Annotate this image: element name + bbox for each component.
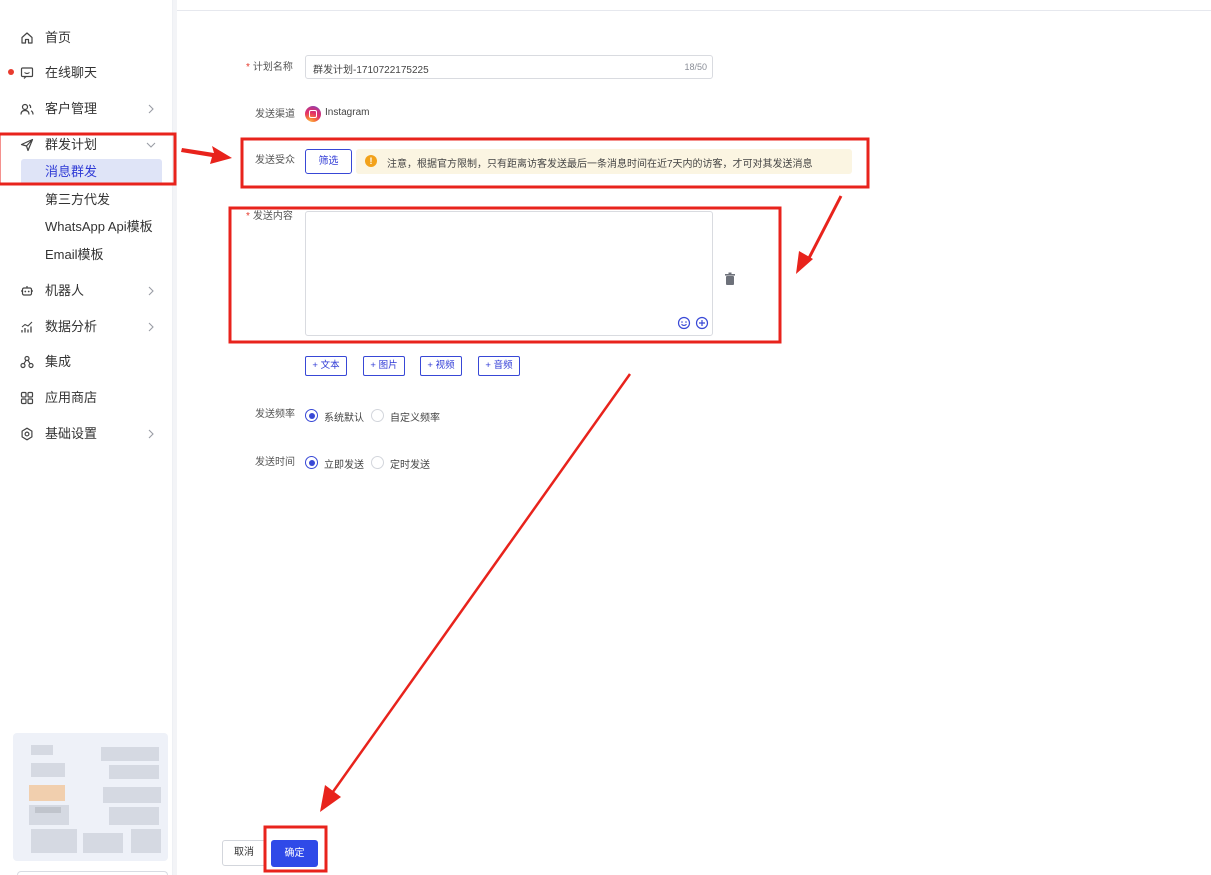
sidebar-item-label: 集成 bbox=[45, 354, 72, 369]
frequency-default-label: 系统默认 bbox=[324, 413, 364, 424]
app-store-icon bbox=[19, 390, 35, 406]
channel-value: Instagram bbox=[325, 107, 370, 118]
sidebar-gutter bbox=[173, 0, 177, 875]
restriction-notice: ! 注意，根据官方限制，只有距离访客发送最后一条消息时间在近7天内的访客，才可对… bbox=[356, 149, 852, 174]
sidebar-item-label: 首页 bbox=[45, 30, 72, 45]
channel-label: 发送渠道 bbox=[255, 109, 295, 120]
sidebar-subitem-third-party[interactable]: 第三方代发 bbox=[5, 187, 173, 213]
unread-dot bbox=[8, 69, 14, 75]
add-circle-icon[interactable] bbox=[695, 316, 709, 330]
scheduled-send-label: 定时发送 bbox=[390, 460, 430, 471]
sidebar-item-label: 在线聊天 bbox=[45, 65, 98, 80]
analytics-icon bbox=[19, 319, 35, 335]
send-now-label: 立即发送 bbox=[324, 460, 364, 471]
sidebar-item-chat[interactable]: 在线聊天 bbox=[5, 58, 173, 88]
warning-icon: ! bbox=[365, 155, 377, 167]
filter-button[interactable]: 筛选 bbox=[305, 149, 352, 174]
users-icon bbox=[19, 101, 35, 117]
confirm-button[interactable]: 确定 bbox=[271, 840, 318, 867]
sidebar-subitem-label: Email模板 bbox=[45, 247, 104, 262]
content-label: * 发送内容 bbox=[246, 211, 293, 222]
annotation-arrow-2-line bbox=[806, 195, 843, 261]
sidebar-subitem-label: WhatsApp Api模板 bbox=[45, 219, 153, 234]
send-now-radio[interactable] bbox=[305, 456, 318, 469]
cancel-button[interactable]: 取消 bbox=[222, 840, 266, 866]
delete-icon[interactable] bbox=[724, 272, 736, 286]
sidebar: 首页 在线聊天 客户管理 群发计划 消息群发 第三方代发 WhatsApp Ap… bbox=[5, 0, 173, 875]
instagram-icon bbox=[305, 106, 321, 122]
chat-icon bbox=[19, 65, 35, 81]
scheduled-send-radio[interactable] bbox=[371, 456, 384, 469]
notice-text: 注意，根据官方限制，只有距离访客发送最后一条消息时间在近7天内的访客，才可对其发… bbox=[387, 159, 813, 170]
plan-name-label: * 计划名称 bbox=[246, 62, 293, 73]
home-icon bbox=[19, 30, 35, 46]
sidebar-item-label: 基础设置 bbox=[45, 426, 98, 441]
sidebar-item-integration[interactable]: 集成 bbox=[5, 347, 173, 377]
frequency-custom-label: 自定义频率 bbox=[390, 413, 440, 424]
annotation-arrow-3-line bbox=[328, 373, 632, 797]
integration-icon bbox=[19, 354, 35, 370]
emoji-icon[interactable] bbox=[677, 316, 691, 330]
sidebar-item-broadcast[interactable]: 群发计划 bbox=[5, 130, 173, 160]
sidebar-item-analytics[interactable]: 数据分析 bbox=[5, 312, 173, 342]
audience-label: 发送受众 bbox=[255, 155, 295, 166]
send-time-label: 发送时间 bbox=[255, 457, 295, 468]
content-textarea[interactable] bbox=[305, 211, 713, 336]
annotation-arrow-2-head bbox=[796, 251, 813, 274]
sidebar-item-robot[interactable]: 机器人 bbox=[5, 276, 173, 306]
add-audio-button[interactable]: + 音频 bbox=[478, 356, 520, 376]
chevron-right-icon bbox=[145, 283, 157, 299]
annotation-overlay bbox=[0, 132, 870, 873]
add-video-button[interactable]: + 视频 bbox=[420, 356, 462, 376]
sidebar-item-home[interactable]: 首页 bbox=[5, 23, 173, 53]
send-icon bbox=[19, 137, 35, 153]
sidebar-item-settings[interactable]: 基础设置 bbox=[5, 419, 173, 449]
sidebar-item-label: 应用商店 bbox=[45, 390, 98, 405]
robot-icon bbox=[19, 283, 35, 299]
annotation-arrow-1 bbox=[181, 146, 232, 164]
sidebar-item-label: 机器人 bbox=[45, 283, 85, 298]
blurred-promo-card bbox=[13, 733, 168, 861]
char-counter: 18/50 bbox=[684, 62, 707, 72]
sidebar-item-label: 群发计划 bbox=[45, 137, 98, 152]
app-root: 首页 在线聊天 客户管理 群发计划 消息群发 第三方代发 WhatsApp Ap… bbox=[0, 0, 1211, 875]
plan-name-input[interactable]: 群发计划-1710722175225 18/50 bbox=[305, 55, 713, 79]
frequency-default-radio[interactable] bbox=[305, 409, 318, 422]
sidebar-item-label: 数据分析 bbox=[45, 319, 98, 334]
sidebar-subitem-label: 第三方代发 bbox=[45, 192, 111, 207]
annotation-arrow-3-head bbox=[320, 785, 341, 812]
frequency-label: 发送频率 bbox=[255, 409, 295, 420]
blurred-footer-card bbox=[17, 871, 168, 875]
chevron-right-icon bbox=[145, 101, 157, 117]
sidebar-item-label: 客户管理 bbox=[45, 101, 98, 116]
chevron-right-icon bbox=[145, 426, 157, 442]
chevron-down-icon bbox=[145, 137, 157, 153]
sidebar-subitem-whatsapp-template[interactable]: WhatsApp Api模板 bbox=[5, 214, 173, 240]
sidebar-subitem-email-template[interactable]: Email模板 bbox=[5, 242, 173, 268]
chevron-right-icon bbox=[145, 319, 157, 335]
sidebar-item-customers[interactable]: 客户管理 bbox=[5, 94, 173, 124]
sidebar-item-app-store[interactable]: 应用商店 bbox=[5, 383, 173, 413]
settings-icon bbox=[19, 426, 35, 442]
add-text-button[interactable]: + 文本 bbox=[305, 356, 347, 376]
header-divider bbox=[177, 10, 1211, 11]
plan-name-value: 群发计划-1710722175225 bbox=[313, 65, 429, 76]
add-image-button[interactable]: + 图片 bbox=[363, 356, 405, 376]
sidebar-subitem-message-broadcast[interactable]: 消息群发 bbox=[21, 159, 162, 185]
frequency-custom-radio[interactable] bbox=[371, 409, 384, 422]
sidebar-subitem-label: 消息群发 bbox=[45, 164, 98, 179]
